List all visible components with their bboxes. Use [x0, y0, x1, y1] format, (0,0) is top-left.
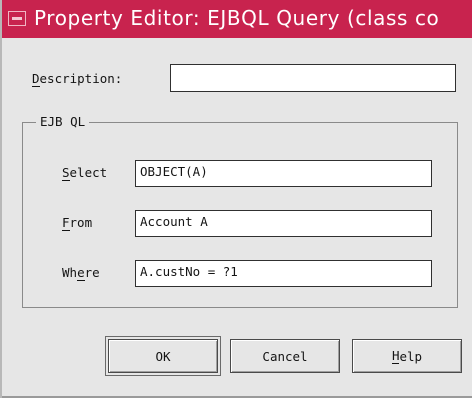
select-input[interactable]: OBJECT(A) [135, 160, 432, 187]
title-bar[interactable]: Property Editor: EJBQL Query (class co [2, 0, 472, 38]
description-label: Description: [32, 71, 123, 87]
where-label: Where [62, 265, 100, 281]
where-input[interactable]: A.custNo = ?1 [135, 260, 432, 287]
from-label: From [62, 215, 93, 231]
cancel-button[interactable]: Cancel [230, 339, 340, 373]
from-input[interactable]: Account A [135, 210, 432, 237]
ejb-ql-group-title: EJB QL [36, 114, 90, 130]
help-button[interactable]: Help [352, 339, 462, 373]
description-input[interactable] [170, 64, 456, 92]
property-editor-dialog: Property Editor: EJBQL Query (class co D… [0, 0, 472, 398]
window-title: Property Editor: EJBQL Query (class co [34, 6, 440, 30]
select-label: Select [62, 165, 108, 181]
window-menu-icon[interactable] [8, 11, 26, 26]
ok-button[interactable]: OK [105, 336, 221, 376]
